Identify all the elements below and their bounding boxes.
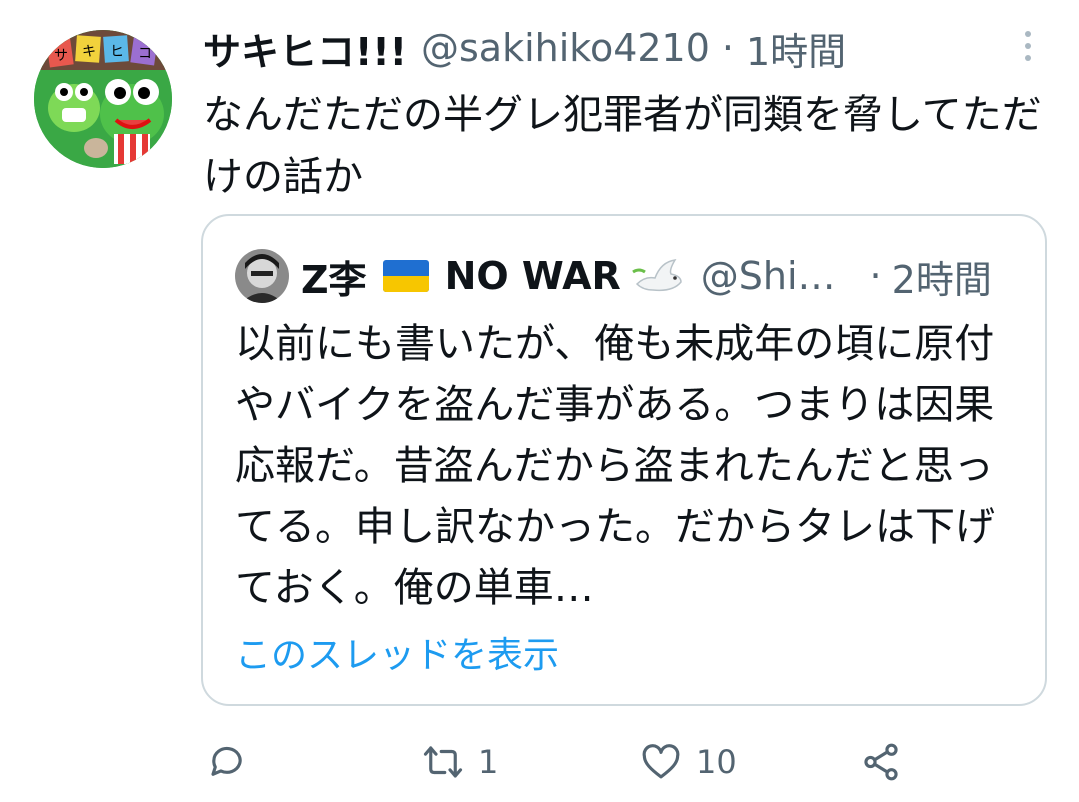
quoted-separator-dot: ·: [869, 254, 882, 298]
user-handle[interactable]: @sakihiko4210: [421, 26, 710, 70]
quoted-handle: @Shi…: [700, 254, 836, 298]
quoted-display-name: Z李: [301, 257, 367, 302]
retweet-button[interactable]: 1: [422, 740, 498, 784]
avatar-sign-3: ヒ: [110, 44, 124, 60]
tweet-header: サキヒコ!!! @sakihiko4210 · 1時間: [203, 22, 846, 74]
reply-button[interactable]: [206, 740, 262, 784]
quoted-name-suffix: NO WAR: [444, 254, 621, 298]
like-button[interactable]: 10: [640, 740, 737, 784]
more-options-button[interactable]: [1010, 28, 1046, 64]
tweet-time[interactable]: 1時間: [746, 21, 846, 76]
quoted-tweet-text: 以前にも書いたが、俺も未成年の頃に原付やバイクを盗んだ事がある。つまりは因果応報…: [235, 321, 995, 611]
avatar[interactable]: サ キ ヒ コ: [34, 30, 172, 168]
reply-icon: [211, 746, 242, 776]
show-thread-link[interactable]: このスレッドを表示: [235, 626, 559, 678]
quoted-time: 2時間: [891, 257, 992, 302]
avatar-sign-4: コ: [138, 46, 152, 62]
avatar-sign-1: サ: [54, 48, 68, 64]
tweet-actions: 1 10: [0, 740, 1079, 784]
share-icon: [864, 743, 898, 781]
dove-icon: [631, 259, 682, 292]
avatar-sign-2: キ: [82, 44, 96, 60]
more-vertical-icon: [1025, 31, 1031, 61]
like-count: 10: [696, 743, 737, 781]
frog-character-avatar-icon: サ キ ヒ コ: [34, 30, 172, 168]
ukraine-flag-icon: [382, 260, 429, 292]
retweet-count: 1: [478, 743, 499, 781]
retweet-icon: [423, 746, 463, 778]
quoted-tweet[interactable]: Z李 NO WAR @Shi… · 2時間 以前にも書いたが、俺も未成年の頃に原…: [201, 214, 1047, 706]
share-button[interactable]: [860, 740, 902, 784]
separator-dot: ·: [721, 26, 734, 70]
quoted-avatar-icon: [235, 249, 289, 303]
display-name[interactable]: サキヒコ!!!: [203, 21, 407, 76]
quoted-avatar: [235, 249, 289, 303]
tweet-text: なんだただの半グレ犯罪者が同類を脅してただけの話か: [203, 92, 1042, 200]
like-icon: [642, 744, 680, 779]
quoted-tweet-header: Z李 NO WAR @Shi… · 2時間: [235, 248, 1035, 304]
